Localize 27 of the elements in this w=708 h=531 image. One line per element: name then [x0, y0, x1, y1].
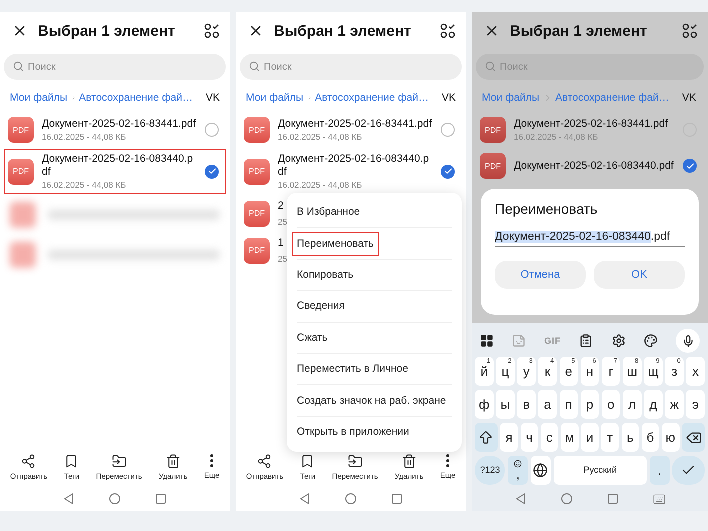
pdf-file-icon: PDF: [8, 117, 34, 143]
pdf-file-icon: PDF: [244, 200, 270, 227]
file-name: Документ-2025-02-16-83441.pdf: [278, 118, 433, 130]
pdf-file-icon: PDF: [244, 117, 270, 143]
dialog-title: Переименовать: [495, 201, 599, 217]
pdf-file-icon: PDF: [244, 238, 270, 264]
file-meta: 16.02.2025 - 44,08 КБ: [42, 132, 128, 142]
file-meta: 16.02.2025 - 44,08 КБ: [278, 132, 364, 142]
pdf-file-icon: PDF: [8, 158, 34, 185]
file-name: 1: [278, 237, 285, 250]
file-name: Документ-2025-02-16-83441.pdf: [514, 118, 669, 130]
pdf-file-icon: PDF: [244, 158, 270, 185]
file-name: 2: [278, 200, 285, 212]
screen-title: Выбран 1 элемент: [38, 22, 176, 40]
screen-title: Выбран 1 элемент: [274, 22, 412, 40]
file-meta: 16.02.2025 - 44,08 КБ: [514, 132, 600, 142]
file-meta: 16.02.2025 - 44,08 КБ: [42, 180, 128, 190]
file-meta: 16.02.2025 - 44,08 КБ: [278, 180, 364, 190]
pdf-file-icon: PDF: [480, 153, 506, 179]
screen-title: Выбран 1 элемент: [510, 22, 648, 40]
file-name: Документ-2025-02-16-83441.pdf: [42, 118, 197, 130]
file-name: Документ-2025-02-16-083440.pdf: [514, 160, 674, 172]
file-meta: 25: [278, 217, 288, 228]
file-meta: 25: [278, 254, 288, 264]
file-name: Документ-2025-02-16-083440.pdf: [42, 153, 194, 178]
pdf-file-icon: PDF: [480, 117, 506, 143]
file-name: Документ-2025-02-16-083440.pdf: [278, 153, 430, 178]
